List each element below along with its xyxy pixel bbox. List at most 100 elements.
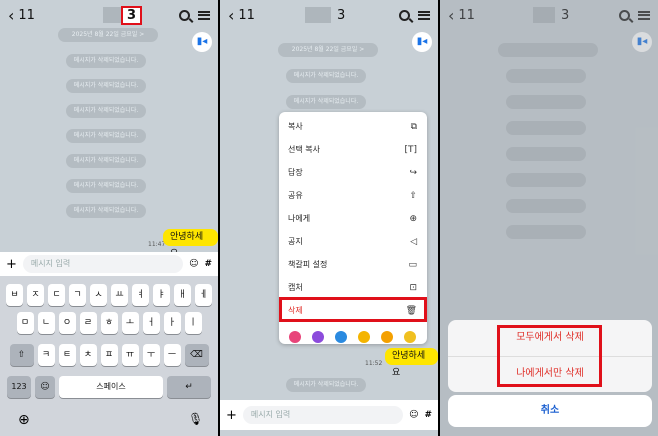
menu-icon[interactable] (198, 10, 210, 20)
menu-item-icon: ⊕ (409, 214, 417, 224)
menu-item-0[interactable]: 복사 ⧉ (279, 116, 427, 138)
return-key[interactable]: ↵ (167, 376, 211, 398)
deleted-message: 메시지가 삭제되었습니다. (286, 378, 366, 392)
hash-button[interactable]: # (204, 259, 212, 269)
korean-keyboard: ㅂㅈㄷㄱㅅㅛㅕㅑㅐㅔ ㅁㄴㅇㄹㅎㅗㅓㅏㅣ ⇧ ㅋㅌㅊㅍㅠㅜㅡ ⌫ 123 ☺ 스… (0, 276, 218, 436)
keyboard-key[interactable]: ㅈ (27, 284, 44, 306)
keyboard-key[interactable]: ㅠ (121, 344, 139, 366)
menu-item-label: 답장 (288, 168, 303, 177)
keyboard-key[interactable]: ㅜ (142, 344, 160, 366)
notice-flag-icon[interactable]: ▮◂ (412, 32, 432, 52)
shift-key[interactable]: ⇧ (9, 344, 34, 366)
deleted-message: 메시지가 삭제되었습니다. (286, 69, 366, 83)
menu-item-3[interactable]: 공유 ⇧ (279, 185, 427, 207)
keyboard-key[interactable]: ㄴ (37, 312, 55, 334)
menu-item-label: 공지 (288, 237, 303, 246)
keyboard-key[interactable]: ㅑ (153, 284, 170, 306)
deleted-message: 메시지가 삭제되었습니다. (66, 129, 146, 143)
keyboard-key[interactable]: ㅂ (6, 284, 23, 306)
keyboard-key[interactable]: ㅎ (100, 312, 118, 334)
cancel-button[interactable]: 취소 (448, 395, 652, 427)
my-message-bubble[interactable]: 안녕하세요 (385, 348, 438, 378)
member-count: 3 (120, 5, 142, 25)
input-bar: + 메시지 입력 ☺ # (220, 400, 438, 430)
menu-item-icon: ⇧ (409, 191, 417, 201)
keyboard-key[interactable]: ㅅ (90, 284, 107, 306)
keyboard-key[interactable]: ㅛ (111, 284, 128, 306)
menu-item-1[interactable]: 선택 복사 [T] (279, 139, 427, 161)
keyboard-key[interactable]: ㅡ (163, 344, 181, 366)
keyboard-key[interactable]: ㅕ (132, 284, 149, 306)
date-pill: 2025년 8월 22일 금요일 > (58, 28, 158, 42)
keyboard-key[interactable]: ㅐ (174, 284, 191, 306)
surprise-reaction-icon[interactable] (381, 331, 393, 343)
check-reaction-icon[interactable] (335, 331, 347, 343)
search-icon[interactable] (179, 9, 190, 21)
blurred-name (304, 7, 331, 23)
keyboard-key[interactable]: ㄱ (69, 284, 86, 306)
plus-button[interactable]: + (6, 257, 17, 272)
plus-button[interactable]: + (226, 408, 237, 423)
message-input[interactable]: 메시지 입력 (22, 255, 184, 273)
globe-icon[interactable]: ⊕ (18, 412, 30, 428)
menu-item-icon: ⊡ (409, 283, 417, 293)
keyboard-key[interactable]: ㄷ (48, 284, 65, 306)
number-key[interactable]: 123 (7, 376, 31, 398)
member-count: 3 (336, 7, 346, 23)
menu-item-5[interactable]: 공지 ◁ (279, 231, 427, 253)
space-key[interactable]: 스페이스 (59, 376, 163, 398)
menu-item-icon: [T] (404, 145, 417, 155)
message-input[interactable]: 메시지 입력 (242, 406, 404, 424)
input-bar: + 메시지 입력 ☺ # (0, 252, 218, 276)
menu-item-4[interactable]: 나에게 ⊕ (279, 208, 427, 230)
search-icon[interactable] (399, 9, 410, 21)
emoji-icon[interactable]: ☺ (409, 410, 418, 420)
chat-header: ‹ 11 3 (220, 0, 438, 30)
notice-flag-icon[interactable]: ▮◂ (192, 32, 212, 52)
keyboard-key[interactable]: ㅏ (163, 312, 181, 334)
back-count[interactable]: 11 (238, 8, 255, 23)
keyboard-key[interactable]: ㅌ (58, 344, 76, 366)
message-time: 11:52 (365, 360, 383, 367)
deleted-message: 메시지가 삭제되었습니다. (66, 179, 146, 193)
blurred-name (102, 7, 121, 23)
keyboard-key[interactable]: ㅓ (142, 312, 160, 334)
deleted-message: 메시지가 삭제되었습니다. (66, 79, 146, 93)
deleted-message: 메시지가 삭제되었습니다. (286, 95, 366, 109)
backspace-key[interactable]: ⌫ (184, 344, 209, 366)
back-icon[interactable]: ‹ (8, 6, 14, 25)
keyboard-key[interactable]: ㅋ (37, 344, 55, 366)
keyboard-key[interactable]: ㅊ (79, 344, 97, 366)
emoji-key-icon[interactable]: ☺ (35, 376, 55, 398)
menu-item-label: 공유 (288, 191, 303, 200)
heart-reaction-icon[interactable] (289, 331, 301, 343)
keyboard-key[interactable]: ㅣ (184, 312, 202, 334)
menu-item-6[interactable]: 책갈피 설정 ▭ (279, 254, 427, 276)
keyboard-key[interactable]: ㄹ (79, 312, 97, 334)
my-message-bubble[interactable]: 안녕하세요 (163, 229, 218, 259)
menu-item-icon: ⧉ (410, 122, 417, 132)
menu-item-2[interactable]: 답장 ↪ (279, 162, 427, 184)
keyboard-key[interactable]: ㅔ (195, 284, 212, 306)
laugh-reaction-icon[interactable] (358, 331, 370, 343)
microphone-icon[interactable]: 🎙 (188, 412, 203, 426)
keyboard-key[interactable]: ㅍ (100, 344, 118, 366)
sad-reaction-icon[interactable] (404, 331, 416, 343)
emoji-icon[interactable]: ☺ (189, 259, 198, 269)
like-reaction-icon[interactable] (312, 331, 324, 343)
hash-button[interactable]: # (424, 410, 432, 420)
menu-item-label: 캡처 (288, 283, 303, 292)
menu-item-label: 선택 복사 (288, 145, 320, 154)
back-count[interactable]: 11 (18, 8, 35, 23)
menu-icon[interactable] (418, 10, 430, 20)
menu-item-7[interactable]: 캡처 ⊡ (279, 277, 427, 299)
keyboard-key[interactable]: ㅇ (58, 312, 76, 334)
keyboard-key[interactable]: ㅁ (16, 312, 34, 334)
menu-item-label: 나에게 (288, 214, 311, 223)
keyboard-key[interactable]: ㅗ (121, 312, 139, 334)
date-pill: 2025년 8월 22일 금요일 > (278, 43, 378, 57)
deleted-message: 메시지가 삭제되었습니다. (66, 54, 146, 68)
deleted-message: 메시지가 삭제되었습니다. (66, 154, 146, 168)
back-icon[interactable]: ‹ (228, 6, 234, 25)
deleted-message: 메시지가 삭제되었습니다. (66, 104, 146, 118)
